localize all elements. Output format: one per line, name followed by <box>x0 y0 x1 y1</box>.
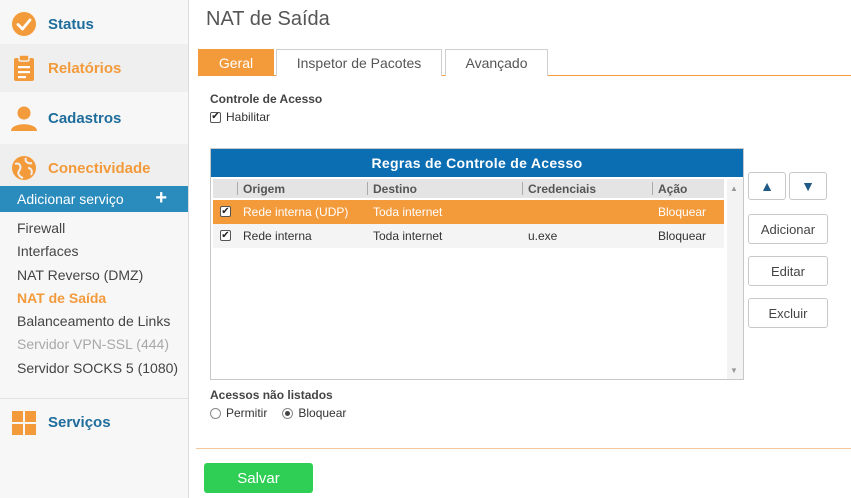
rules-title: Regras de Controle de Acesso <box>211 149 743 177</box>
nav-relatorios-label: Relatórios <box>48 59 122 77</box>
controle-acesso-title: Controle de Acesso <box>210 92 323 106</box>
table-row[interactable]: ✔ Rede interna Toda internet u.exe Bloqu… <box>213 224 724 248</box>
permitir-label: Permitir <box>226 406 268 420</box>
submenu-item-nat-reverso[interactable]: NAT Reverso (DMZ) <box>17 264 178 287</box>
column-separator <box>522 182 523 195</box>
row-checkbox[interactable]: ✔ <box>220 230 231 241</box>
edit-rule-button[interactable]: Editar <box>748 256 828 286</box>
divider <box>196 448 851 449</box>
submenu-item-balanceamento[interactable]: Balanceamento de Links <box>17 310 178 333</box>
nav-status[interactable]: Status <box>0 0 188 48</box>
permitir-radio[interactable] <box>210 407 221 419</box>
col-destino[interactable]: Destino <box>373 182 417 196</box>
grid-icon <box>0 399 48 447</box>
rules-panel: Regras de Controle de Acesso Origem Dest… <box>210 148 744 380</box>
globe-icon <box>0 144 48 192</box>
column-separator <box>367 182 368 195</box>
move-down-button[interactable]: ▼ <box>789 172 827 200</box>
delete-rule-button[interactable]: Excluir <box>748 298 828 328</box>
submenu-item-firewall[interactable]: Firewall <box>17 217 178 240</box>
nav-servicos[interactable]: Serviços <box>0 398 188 446</box>
bloquear-radio[interactable] <box>282 407 294 419</box>
submenu-item-nat-saida[interactable]: NAT de Saída <box>17 287 178 310</box>
add-service-label: Adicionar serviço <box>17 191 124 207</box>
table-row[interactable]: ✔ Rede interna (UDP) Toda internet Bloqu… <box>213 200 724 224</box>
clipboard-icon <box>0 44 48 92</box>
tab-avancado[interactable]: Avançado <box>445 49 548 76</box>
rules-column-header: Origem Destino Credenciais Ação <box>213 179 724 198</box>
cell-destino: Toda internet <box>373 229 443 243</box>
nav-status-label: Status <box>48 15 94 33</box>
nav-cadastros[interactable]: Cadastros <box>0 94 188 142</box>
tab-geral[interactable]: Geral <box>198 49 274 76</box>
row-checkbox[interactable]: ✔ <box>220 206 231 217</box>
cell-acao: Bloquear <box>658 229 707 243</box>
column-separator <box>652 182 653 195</box>
cell-credenciais: u.exe <box>528 229 558 243</box>
main-content: NAT de Saída Geral Inspetor de Pacotes A… <box>189 0 851 498</box>
connectivity-submenu: Firewall Interfaces NAT Reverso (DMZ) NA… <box>17 217 178 380</box>
nav-servicos-label: Serviços <box>48 414 111 431</box>
column-separator <box>237 182 238 195</box>
save-button[interactable]: Salvar <box>204 463 313 493</box>
page-title: NAT de Saída <box>206 8 330 30</box>
col-credenciais[interactable]: Credenciais <box>528 182 596 196</box>
tab-inspetor-pacotes[interactable]: Inspetor de Pacotes <box>276 49 442 76</box>
submenu-item-interfaces[interactable]: Interfaces <box>17 240 178 263</box>
habilitar-label: Habilitar <box>226 110 271 124</box>
check-circle-icon <box>0 0 48 48</box>
nav-relatorios[interactable]: Relatórios <box>0 44 188 92</box>
habilitar-row: ✔ Habilitar <box>210 110 270 124</box>
scroll-down-icon[interactable]: ▼ <box>730 366 738 375</box>
plus-icon: + <box>155 187 167 209</box>
habilitar-checkbox[interactable]: ✔ <box>210 111 221 123</box>
submenu-item-vpn-ssl[interactable]: Servidor VPN-SSL (444) <box>17 333 178 356</box>
cell-acao: Bloquear <box>658 205 707 219</box>
acessos-nao-listados-title: Acessos não listados <box>210 388 333 402</box>
user-icon <box>0 94 48 142</box>
col-acao[interactable]: Ação <box>658 182 687 196</box>
col-origem[interactable]: Origem <box>243 182 285 196</box>
scroll-up-icon[interactable]: ▲ <box>730 184 738 193</box>
bloquear-label: Bloquear <box>298 406 347 420</box>
rules-scrollbar[interactable]: ▲ ▼ <box>727 179 743 379</box>
cell-origem: Rede interna (UDP) <box>243 205 349 219</box>
nav-conectividade-label: Conectividade <box>48 159 151 177</box>
submenu-item-socks5[interactable]: Servidor SOCKS 5 (1080) <box>17 357 178 380</box>
acessos-radio-group: Permitir Bloquear <box>210 406 346 420</box>
nav-cadastros-label: Cadastros <box>48 109 122 127</box>
move-up-button[interactable]: ▲ <box>748 172 786 200</box>
cell-destino: Toda internet <box>373 205 443 219</box>
sidebar: Status Relatórios Cadastros Conectividad… <box>0 0 189 498</box>
cell-origem: Rede interna <box>243 229 312 243</box>
nav-conectividade[interactable]: Conectividade <box>0 144 188 192</box>
add-service-button[interactable]: Adicionar serviço + <box>0 186 188 212</box>
tab-bar: Geral Inspetor de Pacotes Avançado <box>198 49 851 76</box>
add-rule-button[interactable]: Adicionar <box>748 214 828 244</box>
